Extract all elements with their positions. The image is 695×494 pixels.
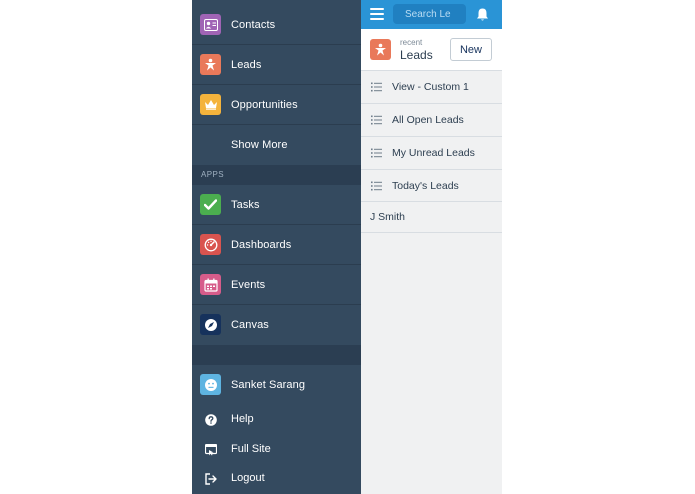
top-bar <box>361 0 502 29</box>
sidebar-item-show-more[interactable]: Show More <box>192 125 361 165</box>
search-input[interactable] <box>393 4 466 24</box>
new-lead-button[interactable]: New <box>450 38 492 61</box>
apps-section-heading: APPS <box>192 165 361 185</box>
list-view-label: View - Custom 1 <box>392 81 469 93</box>
compass-icon <box>200 314 221 335</box>
list-icon <box>371 115 382 125</box>
sidebar-item-label: Canvas <box>231 319 269 331</box>
list-view-label: Today's Leads <box>392 180 459 192</box>
recent-record-label: J Smith <box>370 211 406 223</box>
sidebar-item-opportunities[interactable]: Opportunities <box>192 85 361 125</box>
lead-star-person-icon <box>200 54 221 75</box>
sidebar-item-user-profile[interactable]: Sanket Sarang <box>192 365 361 405</box>
header-subtitle: recent <box>400 38 423 47</box>
sidebar-item-label: Dashboards <box>231 238 292 251</box>
leads-header: recent Leads New <box>361 29 502 71</box>
list-view-label: My Unread Leads <box>392 147 475 159</box>
sidebar-item-tasks[interactable]: Tasks <box>192 185 361 225</box>
sidebar-item-leads[interactable]: Leads <box>192 45 361 85</box>
sidebar-item-label: Show More <box>231 139 288 151</box>
calendar-icon <box>200 274 221 295</box>
gauge-icon <box>200 234 221 255</box>
sidebar-item-events[interactable]: Events <box>192 265 361 305</box>
contact-card-icon <box>200 14 221 35</box>
sidebar-item-logout[interactable]: Logout <box>192 464 361 494</box>
list-view-item[interactable]: All Open Leads <box>361 104 502 137</box>
recent-record-item[interactable]: J Smith <box>361 202 502 233</box>
full-site-icon <box>204 443 217 456</box>
navigation-sidebar: Contacts Leads Opportunities Show More A… <box>192 0 361 494</box>
sidebar-item-label: Tasks <box>231 198 260 211</box>
checkmark-icon <box>200 194 221 215</box>
sidebar-item-dashboards[interactable]: Dashboards <box>192 225 361 265</box>
list-icon <box>371 181 382 191</box>
list-view-item[interactable]: My Unread Leads <box>361 137 502 170</box>
list-view-item[interactable]: Today's Leads <box>361 170 502 202</box>
sidebar-divider <box>192 345 361 365</box>
list-icon <box>371 82 382 92</box>
list-view-label: All Open Leads <box>392 114 464 126</box>
sidebar-item-help[interactable]: Help <box>192 405 361 435</box>
lead-star-person-icon <box>370 39 391 60</box>
sidebar-item-label: Contacts <box>231 18 276 31</box>
smiley-avatar-icon <box>200 374 221 395</box>
sidebar-item-label: Full Site <box>231 443 271 455</box>
sidebar-item-label: Logout <box>231 472 265 484</box>
sidebar-item-canvas[interactable]: Canvas <box>192 305 361 345</box>
user-name: Sanket Sarang <box>231 379 306 391</box>
help-circle-icon <box>204 413 217 426</box>
crown-icon <box>200 94 221 115</box>
main-panel: recent Leads New View - Custom 1 All Ope… <box>361 0 502 494</box>
sidebar-item-full-site[interactable]: Full Site <box>192 435 361 465</box>
hamburger-menu-icon[interactable] <box>370 8 384 20</box>
sidebar-item-label: Leads <box>231 58 262 71</box>
app-stage: Contacts Leads Opportunities Show More A… <box>0 0 695 494</box>
sidebar-item-label: Events <box>231 278 266 291</box>
logout-icon <box>204 472 217 485</box>
page-title: Leads <box>400 48 433 62</box>
list-icon <box>371 148 382 158</box>
sidebar-item-contacts[interactable]: Contacts <box>192 5 361 45</box>
bell-notification-icon[interactable] <box>475 7 490 22</box>
sidebar-item-label: Help <box>231 413 254 425</box>
sidebar-item-label: Opportunities <box>231 98 298 111</box>
list-view-item[interactable]: View - Custom 1 <box>361 71 502 104</box>
